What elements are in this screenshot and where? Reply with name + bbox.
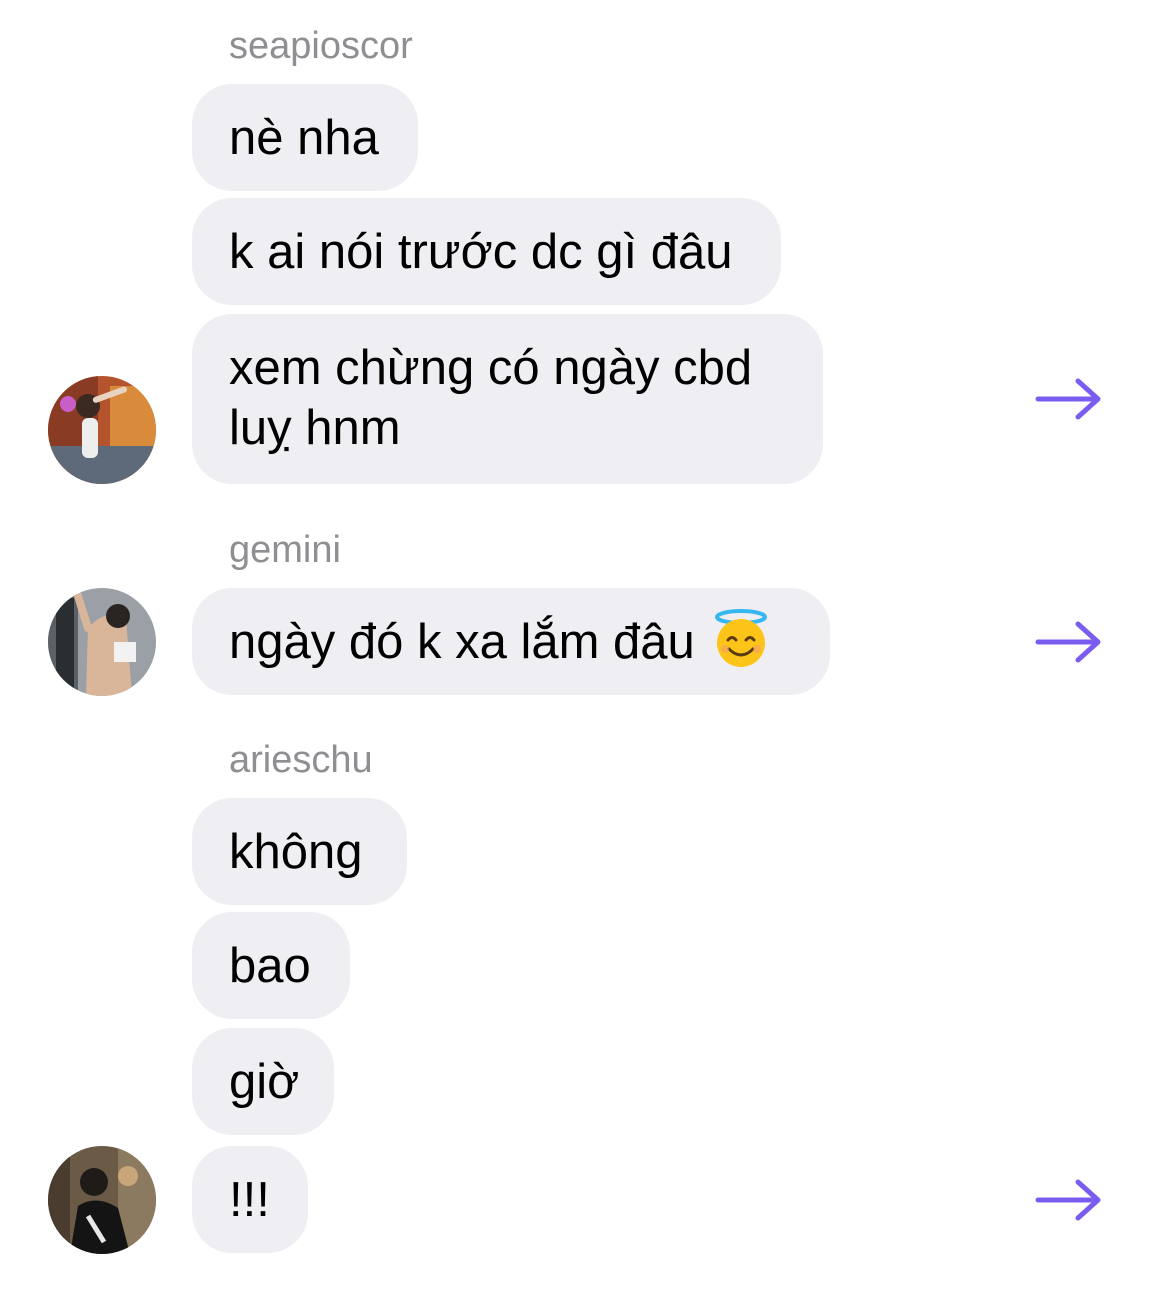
message-bubble[interactable]: ngày đó k xa lắm đâu [192,588,830,695]
message-text: giờ [229,1054,300,1109]
message-bubble[interactable]: xem chừng có ngày cbd luỵ hnm [192,314,823,484]
message-bubble[interactable]: không [192,798,407,905]
message-bubble[interactable]: nè nha [192,84,418,191]
message-bubble[interactable]: !!! [192,1146,308,1253]
message-text: nè nha [229,110,379,165]
message-text: ngày đó k xa lắm đâu [229,614,695,669]
message-bubble[interactable]: k ai nói trước dc gì đâu [192,198,781,305]
avatar[interactable] [48,376,156,484]
smiling-face-with-halo-icon [714,608,767,667]
message-text: xem chừng có ngày cbd luỵ hnm [229,341,753,455]
avatar[interactable] [48,588,156,696]
message-bubble[interactable]: giờ [192,1028,334,1135]
message-text: bao [229,938,311,993]
sender-name: arieschu [229,739,373,781]
sender-name: seapioscor [229,25,413,67]
avatar[interactable] [48,1146,156,1254]
arrow-right-icon[interactable] [1034,1178,1104,1222]
arrow-right-icon[interactable] [1034,377,1104,421]
avatar-photo [48,1146,156,1254]
arrow-right-icon[interactable] [1034,620,1104,664]
message-text: không [229,824,363,879]
message-bubble[interactable]: bao [192,912,350,1019]
message-text: k ai nói trước dc gì đâu [229,224,733,279]
message-text: !!! [229,1172,270,1227]
sender-name: gemini [229,529,341,571]
avatar-photo [48,376,156,484]
avatar-photo [48,588,156,696]
